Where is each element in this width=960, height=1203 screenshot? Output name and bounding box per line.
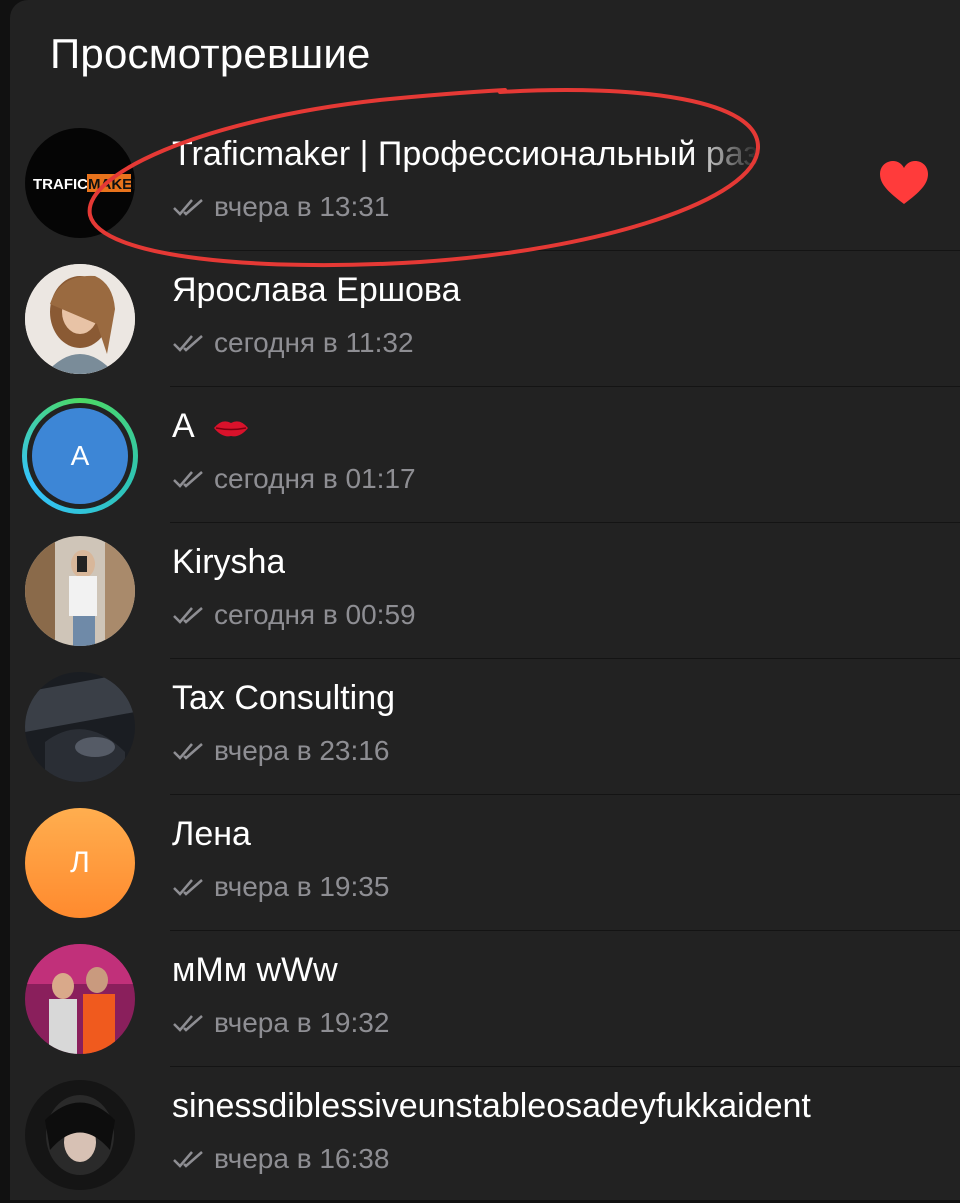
avatar <box>25 536 135 646</box>
list-item[interactable]: sinessdiblessiveunstableosadeyfukkaident… <box>10 1067 960 1203</box>
view-time: вчера в 19:35 <box>172 871 389 903</box>
list-item[interactable]: А А сегодня в 01:17 <box>10 387 960 523</box>
viewer-name: Лена <box>172 815 251 853</box>
heart-icon[interactable] <box>878 160 930 206</box>
viewer-name: Tax Consulting <box>172 679 396 717</box>
double-check-icon <box>173 607 203 624</box>
avatar <box>25 672 135 782</box>
viewer-name: Kirysha <box>172 543 286 581</box>
lips-icon <box>214 421 249 437</box>
avatar <box>25 944 135 1054</box>
viewer-name: sinessdiblessiveunstableosadeyfukkaident <box>172 1087 811 1125</box>
double-check-icon <box>173 471 203 488</box>
list-item[interactable]: Ярослава Ершова сегодня в 11:32 <box>10 251 960 387</box>
list-item[interactable]: Kirysha сегодня в 00:59 <box>10 523 960 659</box>
avatar: А <box>32 408 128 504</box>
double-check-icon <box>173 1151 203 1168</box>
avatar-logo-text: TRAFIC <box>33 176 88 193</box>
view-time: сегодня в 00:59 <box>172 599 416 631</box>
svg-text:MAKER: MAKER <box>88 176 135 193</box>
view-time: сегодня в 11:32 <box>172 327 414 359</box>
list-item[interactable]: TRAFIC MAKER Traficmaker | Профессиональ… <box>10 115 960 251</box>
avatar-story-ring[interactable]: А <box>22 398 138 514</box>
view-time: вчера в 19:32 <box>172 1007 389 1039</box>
double-check-icon <box>173 199 203 216</box>
viewer-name: мМм wWw <box>172 951 338 989</box>
view-time: вчера в 16:38 <box>172 1143 389 1175</box>
page-title: Просмотревшие <box>50 30 371 77</box>
double-check-icon <box>173 1015 203 1032</box>
viewer-name: А <box>172 407 250 446</box>
list-item[interactable]: Tax Consulting вчера в 23:16 <box>10 659 960 795</box>
avatar <box>25 264 135 374</box>
double-check-icon <box>173 879 203 896</box>
view-time: вчера в 13:31 <box>172 191 389 223</box>
double-check-icon <box>173 743 203 760</box>
viewer-name: Traficmaker | Профессиональный раз <box>172 135 759 173</box>
avatar: Л <box>25 808 135 918</box>
list-item[interactable]: Л Лена вчера в 19:35 <box>10 795 960 931</box>
viewer-name: Ярослава Ершова <box>172 271 461 309</box>
view-time: вчера в 23:16 <box>172 735 389 767</box>
viewers-panel: Просмотревшие TRAFIC MAKER Traficmaker |… <box>10 0 960 1200</box>
view-time: сегодня в 01:17 <box>172 463 416 495</box>
double-check-icon <box>173 335 203 352</box>
list-item[interactable]: мМм wWw вчера в 19:32 <box>10 931 960 1067</box>
avatar <box>25 1080 135 1190</box>
viewers-list: TRAFIC MAKER Traficmaker | Профессиональ… <box>10 115 960 1203</box>
avatar: TRAFIC MAKER <box>25 128 135 238</box>
